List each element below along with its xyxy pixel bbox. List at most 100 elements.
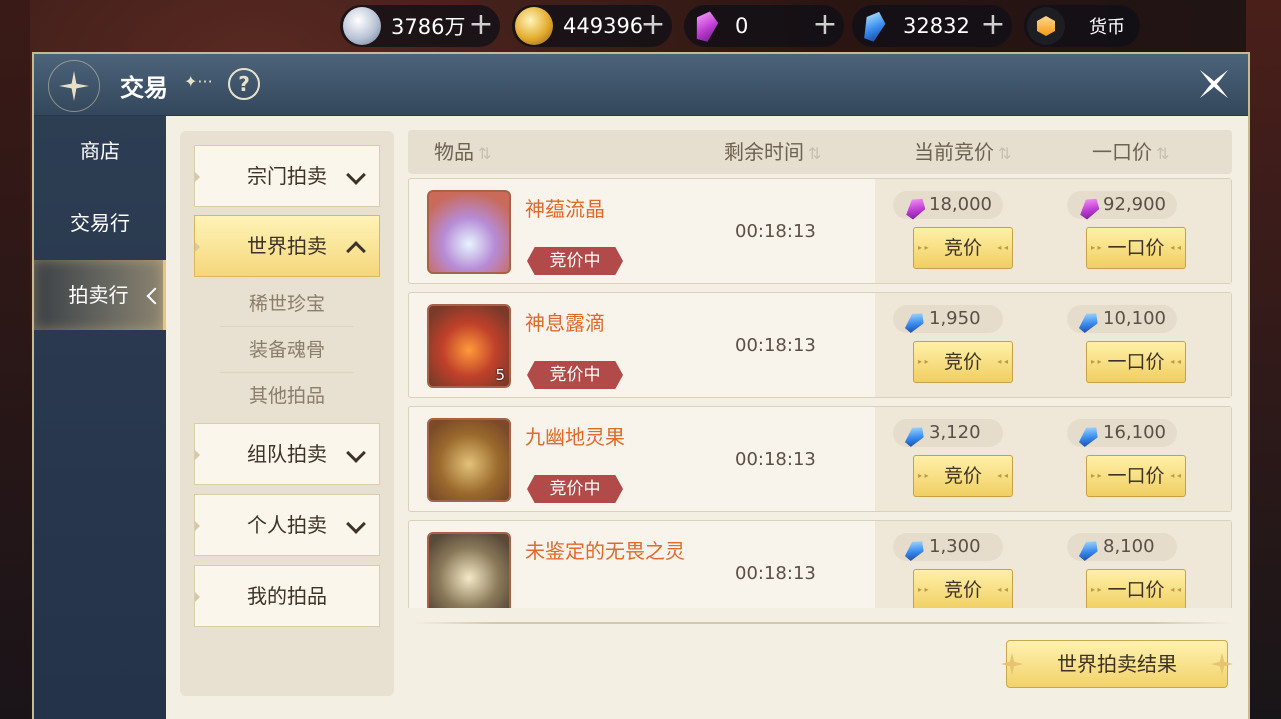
current-bid-value: 3,120 xyxy=(929,422,981,443)
column-buyout-header[interactable]: 一口价 ⇅ xyxy=(1092,130,1169,174)
status-badge: 竞价中 xyxy=(527,361,623,389)
close-icon[interactable] xyxy=(1194,64,1234,104)
category-mine-label: 我的拍品 xyxy=(247,584,327,608)
item-name: 神息露滴 xyxy=(525,311,605,335)
status-badge: 竞价中 xyxy=(527,475,623,503)
blue-crystal-icon xyxy=(1076,537,1102,564)
buyout-button[interactable]: 一口价 xyxy=(1086,455,1186,497)
orange-hex-icon xyxy=(1027,7,1065,45)
sidebar-item-trading-house[interactable]: 交易行 xyxy=(34,188,166,258)
buyout-price-value: 8,100 xyxy=(1103,536,1155,557)
remaining-time: 00:18:13 xyxy=(735,563,816,584)
current-bid-value: 1,950 xyxy=(929,308,981,329)
category-personal-auction[interactable]: 个人拍卖 xyxy=(194,494,380,556)
currency-blue-crystal: 32832 + xyxy=(852,5,1012,47)
current-bid: 3,120 xyxy=(893,419,1003,447)
currency-silver: 3786万 + xyxy=(340,5,500,47)
category-team-label: 组队拍卖 xyxy=(247,442,327,466)
world-auction-results-button[interactable]: 世界拍卖结果 xyxy=(1006,640,1228,688)
bid-button[interactable]: 竞价 xyxy=(913,341,1013,383)
column-bid-label: 当前竞价 xyxy=(914,140,994,164)
item-name: 神蕴流晶 xyxy=(525,197,605,221)
add-blue-crystal-button[interactable]: + xyxy=(980,10,1006,41)
background-right xyxy=(1246,0,1281,719)
category-my-items[interactable]: 我的拍品 xyxy=(194,565,380,627)
table-row[interactable]: 神蕴流晶 竞价中 00:18:13 18,000 92,900 竞价 一口价 xyxy=(408,178,1232,284)
buyout-button[interactable]: 一口价 xyxy=(1086,227,1186,269)
sidebar-item-auction-house[interactable]: 拍卖行 xyxy=(34,260,166,330)
sidebar-item-shop[interactable]: 商店 xyxy=(34,116,166,186)
buyout-price: 8,100 xyxy=(1067,533,1177,561)
blue-crystal-icon xyxy=(855,7,893,45)
item-name: 九幽地灵果 xyxy=(525,425,625,449)
currency-silver-value: 3786万 xyxy=(391,15,466,39)
add-gold-button[interactable]: + xyxy=(640,10,666,41)
chevron-down-icon xyxy=(346,443,366,463)
currency-gold: 449396 + xyxy=(512,5,672,47)
currency-purple-gem: 0 + xyxy=(684,5,844,47)
currency-purple-value: 0 xyxy=(735,14,749,38)
price-area: 18,000 92,900 竞价 一口价 xyxy=(875,179,1231,283)
sort-icon: ⇅ xyxy=(998,144,1012,163)
column-bid-header[interactable]: 当前竞价 ⇅ xyxy=(914,130,1011,174)
remaining-time: 00:18:13 xyxy=(735,449,816,470)
bid-button[interactable]: 竞价 xyxy=(913,455,1013,497)
current-bid-value: 18,000 xyxy=(929,194,992,215)
subcategory-other-items[interactable]: 其他拍品 xyxy=(220,373,354,419)
chevron-down-icon xyxy=(346,165,366,185)
column-item-header[interactable]: 物品 ⇅ xyxy=(434,130,491,174)
purple-gem-icon xyxy=(1077,194,1103,222)
column-item-label: 物品 xyxy=(434,140,474,164)
category-sect-label: 宗门拍卖 xyxy=(247,164,327,188)
currency-button[interactable]: 货币 xyxy=(1024,5,1140,47)
buyout-price-value: 92,900 xyxy=(1103,194,1166,215)
add-purple-gem-button[interactable]: + xyxy=(812,10,838,41)
help-icon[interactable]: ? xyxy=(228,68,260,100)
buyout-button[interactable]: 一口价 xyxy=(1086,569,1186,608)
compass-emblem-icon xyxy=(48,60,100,112)
flame-potion-icon: 5 xyxy=(427,304,511,388)
buyout-price-value: 16,100 xyxy=(1103,422,1166,443)
crystal-flask-icon xyxy=(427,190,511,274)
blue-crystal-icon xyxy=(902,537,928,564)
blue-crystal-icon xyxy=(902,423,928,450)
currency-label: 货币 xyxy=(1089,17,1125,38)
sort-icon: ⇅ xyxy=(1156,144,1170,163)
current-bid-value: 1,300 xyxy=(929,536,981,557)
current-bid: 1,300 xyxy=(893,533,1003,561)
price-area: 3,120 16,100 竞价 一口价 xyxy=(875,407,1231,511)
table-row[interactable]: 九幽地灵果 竞价中 00:18:13 3,120 16,100 竞价 一口价 xyxy=(408,406,1232,512)
current-bid: 18,000 xyxy=(893,191,1003,219)
category-team-auction[interactable]: 组队拍卖 xyxy=(194,423,380,485)
blue-crystal-icon xyxy=(1076,423,1102,450)
buyout-price-value: 10,100 xyxy=(1103,308,1166,329)
bid-button[interactable]: 竞价 xyxy=(913,227,1013,269)
divider xyxy=(412,622,1232,624)
buyout-button[interactable]: 一口价 xyxy=(1086,341,1186,383)
add-silver-button[interactable]: + xyxy=(468,10,494,41)
current-bid: 1,950 xyxy=(893,305,1003,333)
category-sect-auction[interactable]: 宗门拍卖 xyxy=(194,145,380,207)
bid-button[interactable]: 竞价 xyxy=(913,569,1013,608)
category-world-label: 世界拍卖 xyxy=(247,234,327,258)
table-row[interactable]: 5 神息露滴 竞价中 00:18:13 1,950 10,100 竞价 一口价 xyxy=(408,292,1232,398)
blue-crystal-icon xyxy=(1076,309,1102,336)
subcategory-rare-treasure[interactable]: 稀世珍宝 xyxy=(220,281,354,327)
trade-panel: 交易 ✦··· ? 商店 交易行 拍卖行 宗门拍卖 世界拍卖 稀世珍宝 装备魂骨… xyxy=(32,52,1250,719)
buyout-price: 92,900 xyxy=(1067,191,1177,219)
buyout-price: 16,100 xyxy=(1067,419,1177,447)
column-time-header[interactable]: 剩余时间 ⇅ xyxy=(724,130,821,174)
sort-icon: ⇅ xyxy=(808,144,822,163)
column-time-label: 剩余时间 xyxy=(724,140,804,164)
table-row[interactable]: 未鉴定的无畏之灵 00:18:13 1,300 8,100 竞价 一口价 xyxy=(408,520,1232,608)
sidebar-nav: 商店 交易行 拍卖行 xyxy=(34,116,166,719)
category-personal-label: 个人拍卖 xyxy=(247,513,327,537)
sort-icon: ⇅ xyxy=(478,144,492,163)
table-header: 物品 ⇅ 剩余时间 ⇅ 当前竞价 ⇅ 一口价 ⇅ xyxy=(408,130,1232,174)
subcategory-equipment-soul-bone[interactable]: 装备魂骨 xyxy=(220,327,354,373)
price-area: 1,950 10,100 竞价 一口价 xyxy=(875,293,1231,397)
auction-item-list[interactable]: 神蕴流晶 竞价中 00:18:13 18,000 92,900 竞价 一口价 5… xyxy=(408,178,1232,608)
page-title: 交易 xyxy=(120,74,168,102)
category-world-auction[interactable]: 世界拍卖 xyxy=(194,215,380,277)
remaining-time: 00:18:13 xyxy=(735,221,816,242)
